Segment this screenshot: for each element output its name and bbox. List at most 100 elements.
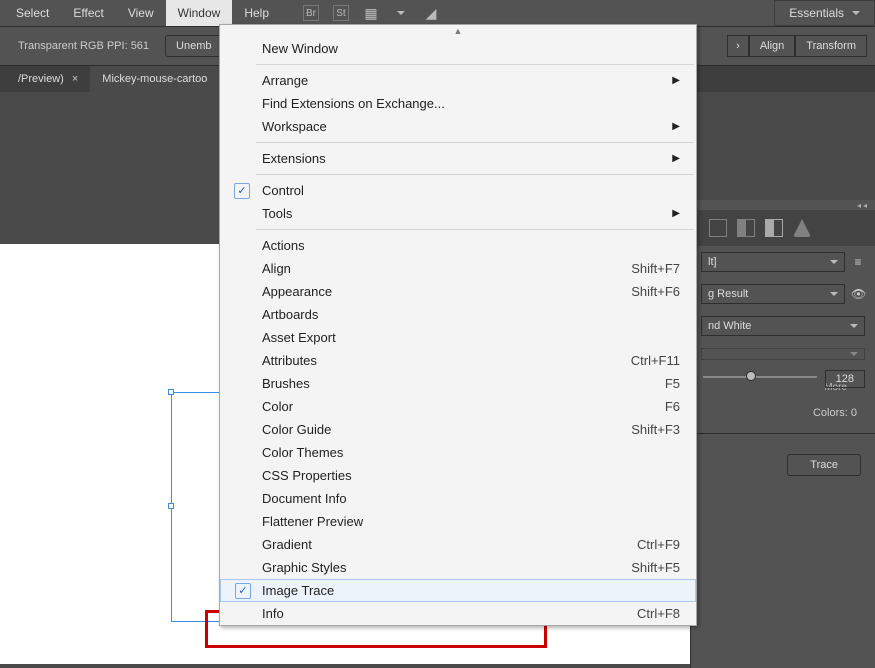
view-value: g Result [708, 288, 748, 300]
menu-item-label: Flattener Preview [262, 514, 363, 529]
preset-outline-icon[interactable] [709, 219, 727, 237]
selection-handle[interactable] [168, 389, 174, 395]
workspace-switcher[interactable]: Essentials [774, 0, 875, 26]
selection-handle[interactable] [168, 503, 174, 509]
menu-item[interactable]: Extensions ▶ [220, 147, 696, 170]
chevron-down-icon[interactable] [393, 5, 409, 21]
menu-item[interactable]: Workspace▶ [220, 115, 696, 138]
menu-separator [256, 64, 694, 65]
menu-shortcut: Ctrl+F11 [631, 353, 680, 368]
menu-item[interactable]: CSS Properties [220, 464, 696, 487]
menu-item[interactable]: ColorF6 [220, 395, 696, 418]
menu-item[interactable]: Arrange▶ [220, 69, 696, 92]
menu-item[interactable]: Color Guide Shift+F3 [220, 418, 696, 441]
view-select[interactable]: g Result [701, 284, 845, 304]
threshold-value[interactable]: 128 [825, 370, 865, 388]
menu-effect[interactable]: Effect [61, 0, 115, 26]
menu-item-label: Asset Export [262, 330, 336, 345]
menu-item-label: Workspace [262, 119, 327, 134]
submenu-arrow-icon: ▶ [672, 153, 680, 164]
slider-thumb[interactable] [746, 371, 756, 381]
preset-previews [691, 210, 875, 246]
menu-item[interactable]: Flattener Preview [220, 510, 696, 533]
menu-item-label: New Window [262, 41, 338, 56]
submenu-arrow-icon: ▶ [672, 208, 680, 219]
chevron-down-icon [850, 324, 858, 328]
menu-item[interactable]: Find Extensions on Exchange... [220, 92, 696, 115]
arrange-docs-icon[interactable]: ▦ [363, 5, 379, 21]
menu-item-label: Color Themes [262, 445, 343, 460]
menu-item[interactable]: AttributesCtrl+F11 [220, 349, 696, 372]
menu-item[interactable]: Actions [220, 234, 696, 257]
menu-item-control[interactable]: ✓Control [220, 179, 696, 202]
palette-select [701, 348, 865, 360]
tab-mickey[interactable]: Mickey-mouse-cartoo [90, 66, 219, 92]
gpu-icon[interactable]: ◢ [423, 5, 439, 21]
menu-item[interactable]: Artboards [220, 303, 696, 326]
tab-preview[interactable]: /Preview) × [6, 66, 90, 92]
menu-item[interactable]: GradientCtrl+F9 [220, 533, 696, 556]
menu-item-image-trace[interactable]: ✓Image Trace [220, 579, 696, 602]
menu-item-label: Control [262, 183, 304, 198]
menu-separator [256, 142, 694, 143]
menu-item[interactable]: Tools ▶ [220, 202, 696, 225]
menu-item-label: Brushes [262, 376, 310, 391]
menu-shortcut: Shift+F6 [631, 284, 680, 299]
menu-item-label: Appearance [262, 284, 332, 299]
preset-bw-icon[interactable] [737, 219, 755, 237]
stock-icon[interactable]: St [333, 5, 349, 21]
menu-item-label: Document Info [262, 491, 347, 506]
workspace-label: Essentials [789, 1, 844, 25]
menu-help[interactable]: Help [232, 0, 281, 26]
menu-item-label: Extensions [262, 151, 326, 166]
menu-item-label: Align [262, 261, 291, 276]
threshold-slider[interactable]: 128 [691, 366, 875, 382]
menu-item[interactable]: Graphic StylesShift+F5 [220, 556, 696, 579]
menu-item-label: Color Guide [262, 422, 331, 437]
tab-label: /Preview) [18, 66, 64, 92]
menu-item[interactable]: Align Shift+F7 [220, 257, 696, 280]
next-button[interactable]: › [727, 35, 749, 57]
menu-item[interactable]: Appearance Shift+F6 [220, 280, 696, 303]
menubar: Select Effect View Window Help Br St ▦ ◢… [0, 0, 875, 26]
panel-collapse-handle[interactable]: ◂◂ [691, 200, 875, 210]
preset-gray-icon[interactable] [765, 219, 783, 237]
close-icon[interactable]: × [72, 66, 78, 92]
menu-view[interactable]: View [116, 0, 166, 26]
menu-item[interactable]: InfoCtrl+F8 [220, 602, 696, 625]
menu-item[interactable]: Color Themes [220, 441, 696, 464]
trace-button[interactable]: Trace [787, 454, 861, 476]
menu-shortcut: Ctrl+F8 [637, 606, 680, 621]
menu-shortcut: Shift+F7 [631, 261, 680, 276]
chevron-down-icon [850, 352, 858, 356]
menu-item-label: Graphic Styles [262, 560, 347, 575]
menu-scroll-up[interactable]: ▲ [220, 25, 696, 37]
menu-shortcut: Shift+F3 [631, 422, 680, 437]
eye-icon[interactable]: 👁 [851, 287, 865, 301]
menu-window[interactable]: Window [166, 0, 233, 26]
bridge-icon[interactable]: Br [303, 5, 319, 21]
colors-readout: Colors: 0 [691, 399, 875, 427]
menubar-icons: Br St ▦ ◢ [303, 0, 439, 26]
image-trace-panel: ◂◂ lt] ≡ g Result 👁 nd White 128 More Co… [690, 200, 875, 668]
window-menu-dropdown: ▲ New Window Arrange▶ Find Extensions on… [219, 24, 697, 626]
menu-item-label: Tools [262, 206, 292, 221]
menu-item-label: Actions [262, 238, 305, 253]
align-button[interactable]: Align [749, 35, 795, 57]
menu-item[interactable]: Brushes F5 [220, 372, 696, 395]
menu-item[interactable]: Document Info [220, 487, 696, 510]
menu-separator [256, 229, 694, 230]
menu-shortcut: F5 [665, 376, 680, 391]
menu-item[interactable]: New Window [220, 37, 696, 60]
menu-select[interactable]: Select [4, 0, 61, 26]
check-icon: ✓ [235, 583, 251, 599]
menu-item[interactable]: Asset Export [220, 326, 696, 349]
menu-item-label: CSS Properties [262, 468, 352, 483]
preset-silhouette-icon[interactable] [793, 219, 811, 237]
tab-label: Mickey-mouse-cartoo [102, 66, 207, 92]
preset-select[interactable]: lt] [701, 252, 845, 272]
transform-button[interactable]: Transform [795, 35, 867, 57]
mode-select[interactable]: nd White [701, 316, 865, 336]
unembed-button[interactable]: Unemb [165, 35, 222, 57]
panel-menu-icon[interactable]: ≡ [851, 255, 865, 269]
